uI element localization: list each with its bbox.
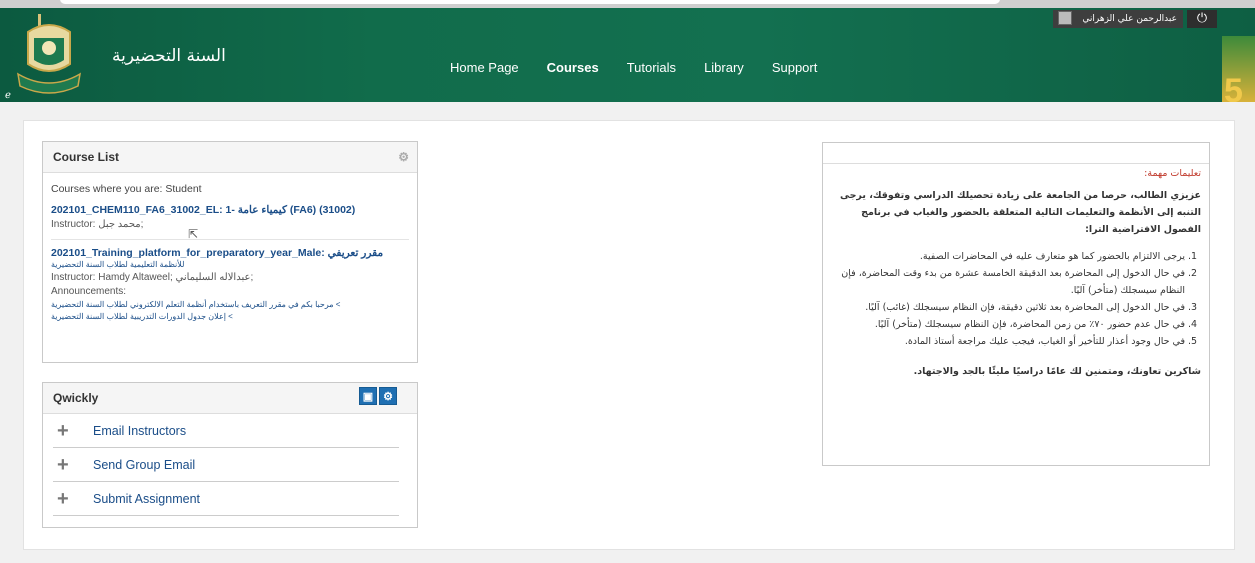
university-logo [16, 14, 82, 94]
plus-icon: + [57, 419, 69, 442]
chat-icon[interactable]: ▣ [359, 387, 377, 405]
divider [51, 239, 409, 240]
notice-panel-top [823, 143, 1209, 164]
nav-home-page[interactable]: Home Page [450, 60, 519, 75]
power-icon[interactable]: ⏻ [1187, 10, 1217, 28]
plus-icon: + [57, 453, 69, 476]
course-list-header: Course List ⚙ [43, 142, 417, 173]
notice-title: تعليمات مهمة: [1144, 168, 1201, 179]
site-title: السنة التحضيرية [112, 46, 226, 66]
announcement-link[interactable]: مرحبا بكم في مقرر التعريف باستخدام أنظمة… [51, 300, 409, 309]
qwickly-header: Qwickly ▣ ⚙ [43, 383, 417, 414]
notice-item: يرجى الالتزام بالحضور كما هو متعارف عليه… [833, 248, 1185, 265]
qwickly-send-group-email[interactable]: + Send Group Email [53, 448, 399, 482]
notice-item: في حال وجود أعذار للتأخير أو الغياب، فيج… [833, 333, 1185, 350]
course-link-chem110[interactable]: 202101_CHEM110_FA6_31002_EL: 1- كيمياء ع… [51, 204, 409, 216]
notice-body: تعليمات مهمة: عزيزي الطالب، حرصا من الجا… [823, 164, 1209, 377]
qwickly-submit-assignment[interactable]: + Submit Assignment [53, 482, 399, 516]
role-line: Courses where you are: Student [51, 183, 202, 195]
course-list-panel: Course List ⚙ Courses where you are: Stu… [42, 141, 418, 363]
course-subtitle[interactable]: للأنظمة التعليمية لطلاب السنة التحضيرية [51, 260, 409, 269]
main-nav: Home Page Courses Tutorials Library Supp… [450, 60, 845, 75]
notice-intro: عزيزي الطالب، حرصا من الجامعة على زيادة … [839, 190, 1201, 235]
badge-5: 5 [1222, 36, 1255, 102]
course-list-body: Courses where you are: Student 202101_CH… [43, 173, 417, 331]
announcements-label: Announcements: [51, 286, 127, 297]
browser-top-strip [0, 0, 1255, 8]
nav-courses[interactable]: Courses [547, 60, 599, 75]
notice-item: في حال الدخول إلى المحاضرة بعد الدقيقة ا… [833, 265, 1185, 299]
notice-list: يرجى الالتزام بالحضور كما هو متعارف عليه… [833, 248, 1201, 350]
address-bar[interactable] [60, 0, 1000, 4]
plus-icon: + [57, 487, 69, 510]
gear-icon[interactable]: ⚙ [398, 150, 409, 164]
notice-item: في حال الدخول إلى المحاضرة بعد ثلاثين دق… [833, 299, 1185, 316]
qwickly-email-instructors[interactable]: + Email Instructors [53, 414, 399, 448]
instructor-line: Instructor: Hamdy Altaweel; عبدالاله الس… [51, 272, 254, 283]
qwickly-title: Qwickly [53, 391, 99, 405]
announcement-link[interactable]: إعلان جدول الدورات التدريبية لطلاب السنة… [51, 312, 409, 321]
user-name: عبدالرحمن علي الزهراني [1082, 14, 1177, 24]
instructor-line: Instructor: محمد جبل; [51, 219, 144, 230]
qwickly-panel: Qwickly ▣ ⚙ + Email Instructors + Send G… [42, 382, 418, 528]
qwickly-toolbar: ▣ ⚙ [359, 387, 397, 405]
nav-library[interactable]: Library [704, 60, 744, 75]
user-menu[interactable]: ▼ عبدالرحمن علي الزهراني [1053, 10, 1183, 28]
edit-icon[interactable]: ℯ [5, 90, 11, 101]
nav-support[interactable]: Support [772, 60, 818, 75]
avatar [1058, 11, 1072, 25]
notice-panel: تعليمات مهمة: عزيزي الطالب، حرصا من الجا… [822, 142, 1210, 466]
nav-tutorials[interactable]: Tutorials [627, 60, 676, 75]
notice-thanks: شاكرين تعاونك، ومتمنين لك عامًا دراسيًا … [913, 366, 1201, 377]
settings-icon[interactable]: ⚙ [379, 387, 397, 405]
site-header: السنة التحضيرية Home Page Courses Tutori… [0, 8, 1255, 102]
course-link-training[interactable]: 202101_Training_platform_for_preparatory… [51, 247, 409, 259]
notice-item: في حال عدم حضور ٧٠٪ من زمن المحاضرة، فإن… [833, 316, 1185, 333]
course-list-title: Course List [53, 150, 120, 164]
mouse-cursor-icon: ⇱ [188, 227, 199, 241]
